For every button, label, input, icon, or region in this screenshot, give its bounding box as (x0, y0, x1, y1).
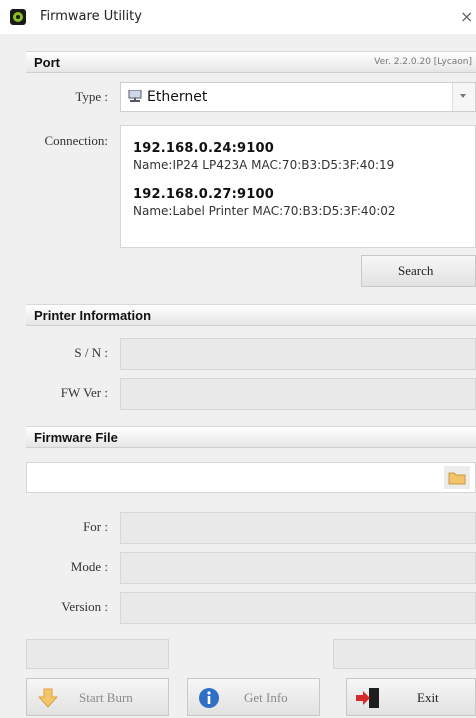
connection-label: Connection: (44, 133, 108, 148)
for-label: For : (83, 519, 108, 534)
fw-version-field (120, 378, 476, 410)
title-bar: Firmware Utility × (0, 0, 476, 34)
connection-detail: Name:IP24 LP423A MAC:70:B3:D5:3F:40:19 (133, 158, 395, 172)
sn-label: S / N : (74, 345, 108, 360)
exit-door-icon (356, 688, 379, 708)
fw-version-label: FW Ver : (60, 385, 108, 400)
list-item[interactable]: 192.168.0.27:9100 Name:Label Printer MAC… (133, 187, 396, 218)
network-icon (128, 90, 142, 102)
get-info-label: Get Info (244, 690, 288, 705)
connection-address: 192.168.0.27:9100 (133, 187, 275, 202)
type-label: Type : (75, 89, 108, 104)
search-button-label: Search (398, 263, 434, 278)
firmware-path-input[interactable] (26, 462, 476, 493)
port-section-header: Port Ver. 2.2.0.20 [Lycaon] (26, 51, 476, 73)
app-logo-icon (10, 9, 26, 25)
download-arrow-icon (37, 688, 59, 708)
port-type-value: Ethernet (147, 89, 208, 105)
start-burn-button[interactable]: Start Burn (26, 678, 169, 716)
search-button[interactable]: Search (361, 255, 476, 287)
for-field (120, 512, 476, 544)
close-icon[interactable]: × (460, 7, 473, 26)
firmware-file-section-header: Firmware File (26, 426, 476, 448)
printer-info-section-title: Printer Information (34, 308, 152, 323)
firmware-file-section-title: Firmware File (34, 430, 118, 445)
progress-box-left (26, 639, 169, 669)
version-field (120, 592, 476, 624)
start-burn-label: Start Burn (79, 690, 133, 705)
sn-field (120, 338, 476, 370)
progress-box-right (333, 639, 476, 669)
folder-icon (448, 472, 466, 485)
mode-field (120, 552, 476, 584)
port-type-select[interactable]: Ethernet (120, 82, 476, 112)
printer-info-section-header: Printer Information (26, 304, 476, 326)
exit-label: Exit (417, 690, 439, 705)
window-title: Firmware Utility (40, 9, 142, 24)
browse-button[interactable] (444, 466, 470, 489)
connection-address: 192.168.0.24:9100 (133, 141, 275, 156)
list-item[interactable]: 192.168.0.24:9100 Name:IP24 LP423A MAC:7… (133, 141, 394, 172)
mode-label: Mode : (70, 559, 108, 574)
version-field-label: Version : (61, 599, 108, 614)
connection-detail: Name:Label Printer MAC:70:B3:D5:3F:40:02 (133, 204, 396, 218)
info-icon (199, 688, 219, 708)
exit-button[interactable]: Exit (346, 678, 476, 716)
get-info-button[interactable]: Get Info (187, 678, 320, 716)
connection-list[interactable]: 192.168.0.24:9100 Name:IP24 LP423A MAC:7… (120, 125, 476, 248)
chevron-down-icon[interactable] (452, 83, 475, 111)
port-section-title: Port (34, 55, 60, 70)
version-label: Ver. 2.2.0.20 [Lycaon] (374, 57, 472, 67)
